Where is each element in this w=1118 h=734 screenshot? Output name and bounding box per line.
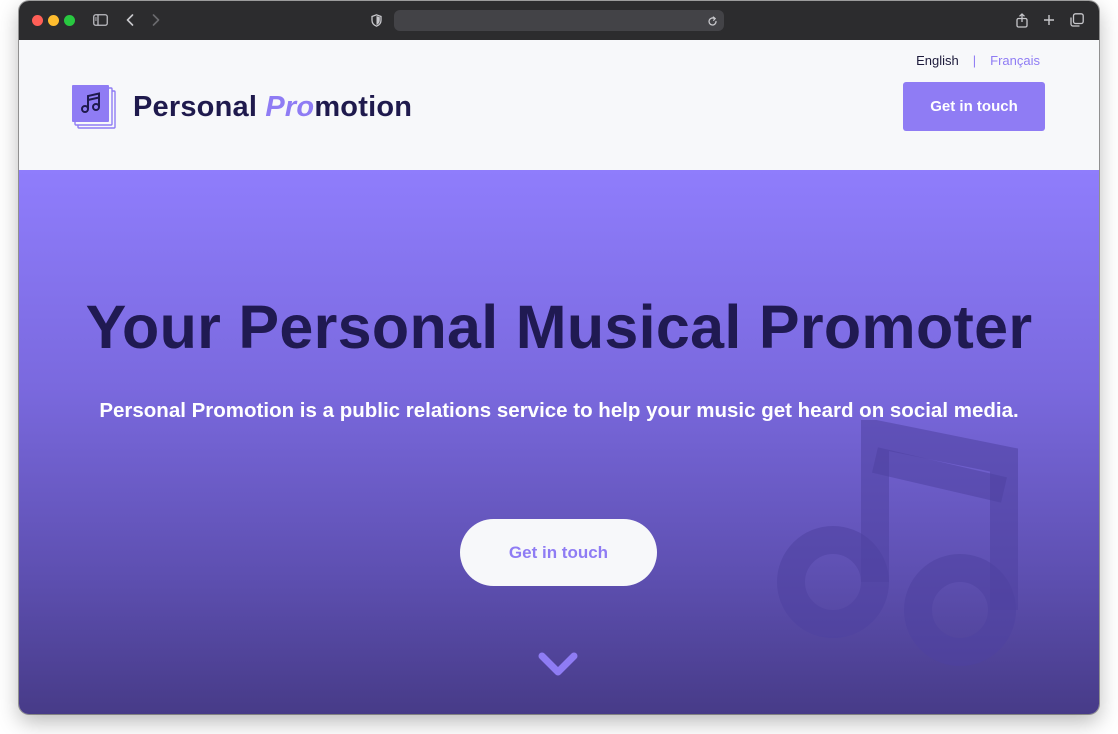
- logo-text: Personal Promotion: [133, 91, 412, 124]
- header-get-in-touch-button[interactable]: Get in touch: [903, 82, 1045, 131]
- hero-title: Your Personal Musical Promoter: [85, 293, 1033, 361]
- hero-subtitle: Personal Promotion is a public relations…: [99, 399, 1019, 422]
- new-tab-icon[interactable]: [1042, 10, 1056, 30]
- zoom-window-button[interactable]: [64, 15, 75, 26]
- close-window-button[interactable]: [32, 15, 43, 26]
- site-header: English | Français Personal Promotion Ge…: [19, 40, 1099, 170]
- language-french-link[interactable]: Français: [990, 53, 1040, 68]
- site-logo[interactable]: Personal Promotion: [72, 85, 412, 129]
- forward-icon[interactable]: [149, 10, 163, 30]
- language-english-link[interactable]: English: [916, 53, 959, 68]
- tabs-overview-icon[interactable]: [1069, 10, 1085, 30]
- logo-text-motion: motion: [314, 90, 413, 123]
- hero-get-in-touch-button[interactable]: Get in touch: [460, 519, 657, 586]
- share-icon[interactable]: [1015, 10, 1029, 30]
- background-music-note-icon: [777, 420, 1018, 666]
- language-separator: |: [972, 53, 977, 68]
- logo-text-pro: Pro: [265, 90, 315, 123]
- music-note-icon: [72, 85, 116, 129]
- chevron-down-icon[interactable]: [538, 651, 578, 679]
- browser-window: English | Français Personal Promotion Ge…: [19, 1, 1099, 714]
- minimize-window-button[interactable]: [48, 15, 59, 26]
- back-icon[interactable]: [123, 10, 137, 30]
- address-bar[interactable]: [394, 10, 724, 31]
- shield-icon: [369, 10, 383, 30]
- reload-icon[interactable]: [706, 11, 718, 31]
- logo-text-personal: Personal: [133, 90, 266, 123]
- language-switcher: English | Français: [916, 53, 1040, 68]
- browser-toolbar: [19, 1, 1099, 41]
- sidebar-icon[interactable]: [91, 10, 109, 30]
- hero-section: Your Personal Musical Promoter Personal …: [19, 170, 1099, 714]
